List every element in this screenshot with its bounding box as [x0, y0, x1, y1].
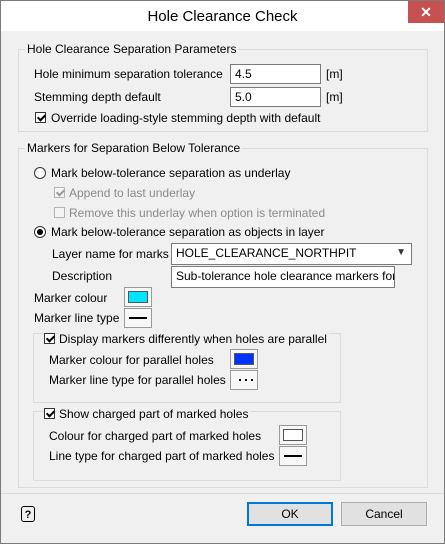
description-input[interactable]: Sub-tolerance hole clearance markers for [171, 266, 395, 288]
dotted-line-icon [239, 379, 241, 381]
parallel-holes-label: Display markers differently when holes a… [59, 332, 329, 346]
marker-line-type-label: Marker line type [34, 311, 120, 325]
chevron-down-icon: ▼ [396, 247, 406, 258]
footer-separator [1, 493, 444, 494]
objects-layer-radio[interactable] [34, 226, 46, 238]
marker-colour-label: Marker colour [34, 291, 108, 305]
charged-colour-swatch [283, 429, 303, 441]
help-icon[interactable]: ? [21, 506, 35, 522]
charged-part-checkbox[interactable] [44, 408, 55, 419]
layer-name-label: Layer name for marks [52, 247, 169, 261]
override-stemming-checkbox[interactable] [35, 112, 46, 123]
dotted-line-dot [251, 379, 253, 381]
dialog-window: Hole Clearance Check ✕ Hole Clearance Se… [0, 0, 445, 544]
charged-part-label: Show charged part of marked holes [59, 407, 251, 421]
underlay-radio-label: Mark below-tolerance separation as under… [51, 166, 291, 180]
marker-colour-button[interactable] [124, 287, 152, 307]
charged-colour-button[interactable] [279, 425, 307, 445]
append-underlay-checkbox[interactable] [54, 187, 65, 198]
parallel-colour-button[interactable] [230, 349, 258, 369]
parallel-line-type-label: Marker line type for parallel holes [49, 373, 226, 387]
marker-colour-swatch [128, 291, 148, 303]
parallel-holes-checkbox[interactable] [44, 333, 55, 344]
dialog-title: Hole Clearance Check [147, 8, 298, 25]
min-separation-unit: [m] [326, 67, 343, 81]
parallel-colour-label: Marker colour for parallel holes [49, 353, 214, 367]
title-bar: Hole Clearance Check ✕ [1, 1, 444, 31]
min-separation-input[interactable]: 4.5 [230, 64, 321, 84]
layer-name-value: HOLE_CLEARANCE_NORTHPIT [176, 246, 357, 260]
description-label: Description [52, 269, 113, 283]
stemming-depth-input[interactable]: 5.0 [230, 87, 321, 107]
override-stemming-label: Override loading-style stemming depth wi… [51, 111, 321, 125]
charged-line-type-button[interactable] [279, 446, 307, 466]
ok-button[interactable]: OK [247, 502, 333, 526]
append-underlay-label: Append to last underlay [69, 186, 196, 200]
parallel-colour-swatch [234, 353, 254, 365]
solid-line-icon [284, 455, 302, 457]
min-separation-label: Hole minimum separation tolerance [34, 67, 223, 81]
remove-underlay-label: Remove this underlay when option is term… [69, 206, 326, 220]
dotted-line-dot [245, 379, 247, 381]
solid-line-icon [129, 317, 147, 319]
markers-legend: Markers for Separation Below Tolerance [27, 141, 241, 155]
stemming-depth-unit: [m] [326, 90, 343, 104]
remove-underlay-checkbox[interactable] [54, 207, 65, 218]
marker-line-type-button[interactable] [124, 308, 152, 328]
cancel-button[interactable]: Cancel [341, 502, 427, 526]
underlay-radio[interactable] [34, 167, 46, 179]
objects-layer-radio-label: Mark below-tolerance separation as objec… [51, 225, 325, 239]
layer-name-select[interactable]: HOLE_CLEARANCE_NORTHPIT ▼ [171, 243, 412, 265]
stemming-depth-label: Stemming depth default [34, 90, 161, 104]
parallel-line-type-button[interactable] [230, 370, 258, 390]
charged-colour-label: Colour for charged part of marked holes [49, 429, 262, 443]
separation-parameters-legend: Hole Clearance Separation Parameters [27, 42, 237, 56]
charged-line-type-label: Line type for charged part of marked hol… [49, 449, 275, 463]
close-button[interactable]: ✕ [408, 1, 444, 23]
